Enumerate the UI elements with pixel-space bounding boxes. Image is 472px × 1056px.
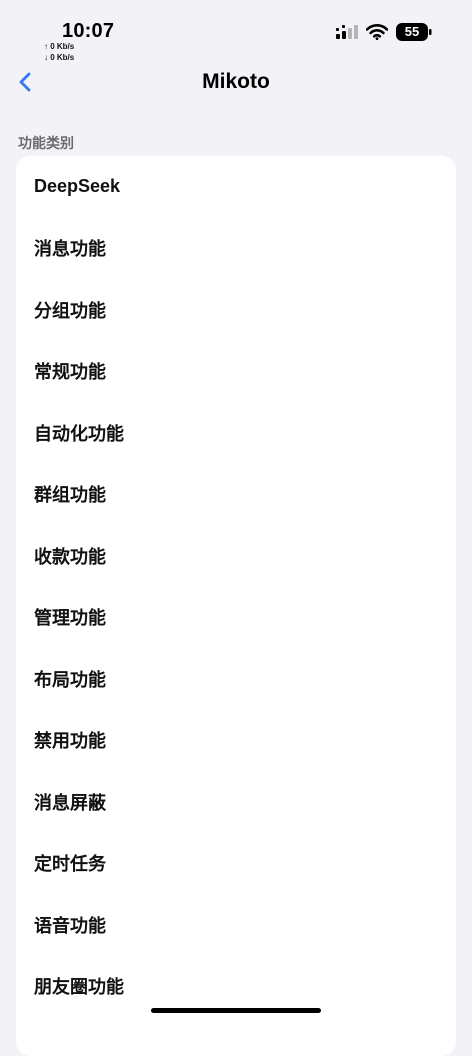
wifi-icon: [366, 24, 388, 40]
battery-icon: 55: [396, 22, 432, 42]
list-item-automation[interactable]: 自动化功能: [16, 402, 456, 464]
list-item-label: 管理功能: [34, 608, 106, 629]
list-item-label: 消息屏蔽: [34, 792, 106, 813]
list-item-message[interactable]: 消息功能: [16, 218, 456, 280]
list-item-label: 群组功能: [34, 485, 106, 506]
list-item-deepseek[interactable]: DeepSeek: [16, 156, 456, 218]
status-indicators: 55: [336, 22, 432, 42]
list-item-label: 收款功能: [34, 546, 106, 567]
list-item-label: DeepSeek: [34, 176, 121, 197]
home-indicator: [151, 1008, 321, 1013]
list-item-label: 分组功能: [34, 300, 106, 321]
list-item-label: 语音功能: [34, 915, 106, 936]
list-item-management[interactable]: 管理功能: [16, 587, 456, 649]
list-item-label: 定时任务: [34, 854, 106, 875]
network-speed: ↑ 0 Kb/s ↓ 0 Kb/s: [44, 41, 74, 63]
list-item-label: 常规功能: [34, 362, 106, 383]
list-item-label: 朋友圈功能: [34, 977, 124, 998]
status-time: 10:07: [62, 20, 115, 42]
list-item-general[interactable]: 常规功能: [16, 341, 456, 403]
list-item-label: 自动化功能: [34, 423, 124, 444]
cellular-signal-icon: [336, 24, 358, 40]
menu-list: DeepSeek 消息功能 分组功能 常规功能 自动化功能 群组功能 收款功能 …: [16, 156, 456, 1017]
feature-category-list: DeepSeek 消息功能 分组功能 常规功能 自动化功能 群组功能 收款功能 …: [16, 156, 456, 1056]
upload-speed: ↑ 0 Kb/s: [44, 42, 75, 51]
list-item-grouping[interactable]: 分组功能: [16, 279, 456, 341]
list-item-layout[interactable]: 布局功能: [16, 648, 456, 710]
section-header: 功能类别: [18, 135, 74, 151]
list-item-group-chat[interactable]: 群组功能: [16, 464, 456, 526]
list-item-voice[interactable]: 语音功能: [16, 894, 456, 956]
list-item-label: 禁用功能: [34, 731, 106, 752]
navigation-bar: Mikoto: [0, 62, 472, 102]
list-item-label: 布局功能: [34, 669, 106, 690]
list-item-message-block[interactable]: 消息屏蔽: [16, 771, 456, 833]
list-item-disabled[interactable]: 禁用功能: [16, 710, 456, 772]
list-item-payment[interactable]: 收款功能: [16, 525, 456, 587]
list-item-label: 消息功能: [34, 239, 106, 260]
list-item-scheduled-tasks[interactable]: 定时任务: [16, 833, 456, 895]
status-bar: 10:07 ↑ 0 Kb/s ↓ 0 Kb/s 55: [0, 0, 472, 64]
page-title: Mikoto: [202, 70, 270, 93]
battery-level: 55: [404, 24, 420, 39]
